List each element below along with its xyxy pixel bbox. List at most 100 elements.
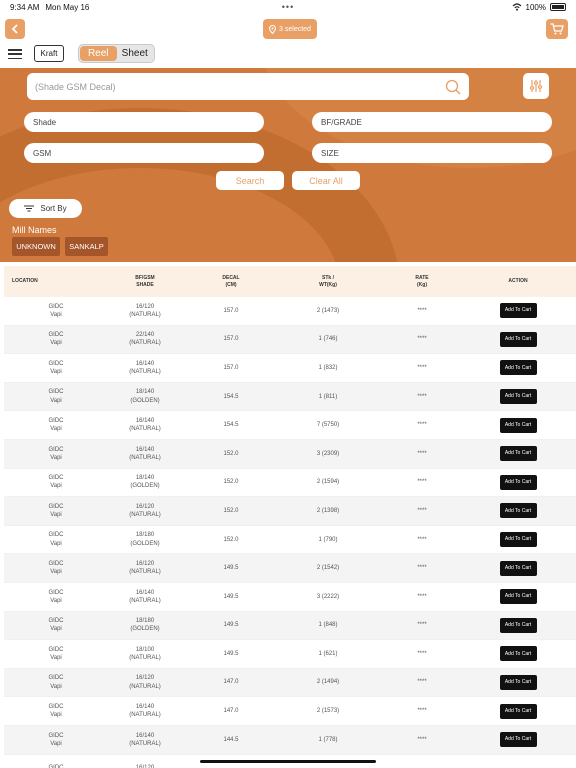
sort-by-button[interactable]: Sort By <box>9 199 82 218</box>
cell-decal: 157.0 <box>223 364 239 371</box>
status-left: 9:34 AM Mon May 16 <box>10 3 89 12</box>
search-button[interactable]: Search <box>216 171 284 190</box>
gsm-field[interactable]: GSM <box>24 143 264 163</box>
cell-stk-wt: 1 (848) <box>318 622 338 629</box>
cell-rate: **** <box>417 479 427 486</box>
cell-bf-shade: 16/140 (NATURAL) <box>129 418 161 433</box>
cell-decal: 149.5 <box>223 622 239 629</box>
sort-icon <box>24 205 35 212</box>
kraft-button[interactable]: Kraft <box>34 45 64 62</box>
cell-action: Add To Cart <box>468 732 568 748</box>
home-indicator[interactable] <box>200 760 376 763</box>
add-to-cart-button[interactable]: Add To Cart <box>499 360 537 376</box>
cell-rate: **** <box>417 450 427 457</box>
cell-action: Add To Cart <box>468 646 568 662</box>
cell-location: GIDC <box>4 764 108 768</box>
sliders-icon <box>530 80 542 92</box>
cart-button[interactable] <box>546 19 568 39</box>
selected-location-chip[interactable]: 3 selected <box>263 19 317 39</box>
add-to-cart-button[interactable]: Add To Cart <box>499 675 537 691</box>
cell-location: GIDC Vapi <box>48 675 64 690</box>
cell-action: Add To Cart <box>468 675 568 691</box>
stock-table: LOCATION BF/GSM SHADE DECAL (CM) STk / WT(K… <box>4 266 576 768</box>
cell-bf-shade: 18/100 (NATURAL) <box>129 646 161 661</box>
cell-rate: **** <box>417 565 427 572</box>
search-input[interactable] <box>35 81 445 92</box>
add-to-cart-button[interactable]: Add To Cart <box>499 474 537 490</box>
cell-stk-wt: 2 (1594) <box>316 479 340 486</box>
cell-location: GIDC Vapi <box>48 704 64 719</box>
cell-decal: 149.5 <box>223 565 239 572</box>
cell-location: GIDC Vapi <box>48 532 64 547</box>
cell-bf-shade: 18/180 (GOLDEN) <box>130 532 160 547</box>
header-rate: RATE (Kg) <box>415 274 429 288</box>
cell-bf-shade: 18/180 (GOLDEN) <box>130 618 160 633</box>
mill-chip-unknown[interactable]: UNKNOWN <box>12 237 60 256</box>
add-to-cart-button[interactable]: Add To Cart <box>499 560 537 576</box>
cart-icon <box>550 23 564 35</box>
add-to-cart-button[interactable]: Add To Cart <box>499 331 537 347</box>
bf-grade-field[interactable]: BF/GRADE <box>312 112 552 132</box>
tab-reel[interactable]: Reel <box>80 46 117 61</box>
cell-location: GIDC Vapi <box>48 389 64 404</box>
filter-settings-button[interactable] <box>523 73 549 99</box>
cell-location: GIDC Vapi <box>48 360 64 375</box>
cell-location: GIDC Vapi <box>48 503 64 518</box>
add-to-cart-button[interactable]: Add To Cart <box>499 303 537 319</box>
cell-bf-shade: 16/140 (NATURAL) <box>129 360 161 375</box>
cell-bf-shade: 22/140 (NATURAL) <box>129 332 161 347</box>
sort-by-label: Sort By <box>40 204 67 213</box>
cell-rate: **** <box>417 650 427 657</box>
add-to-cart-button[interactable]: Add To Cart <box>499 617 537 633</box>
cell-bf-shade: 16/120 (NATURAL) <box>129 675 161 690</box>
multitask-dots[interactable]: ••• <box>282 2 294 12</box>
search-icon[interactable] <box>445 79 461 95</box>
header-decal: DECAL (CM) <box>222 274 240 288</box>
cell-bf-shade: 16/140 (NATURAL) <box>129 704 161 719</box>
add-to-cart-button[interactable]: Add To Cart <box>499 389 537 405</box>
cell-decal: 149.5 <box>223 650 239 657</box>
size-field[interactable]: SIZE <box>312 143 552 163</box>
menu-icon[interactable] <box>8 49 22 59</box>
cell-action: Add To Cart <box>468 303 568 319</box>
cell-rate: **** <box>417 336 427 343</box>
cell-decal: 157.0 <box>223 336 239 343</box>
cell-stk-wt: 3 (2309) <box>316 450 340 457</box>
add-to-cart-button[interactable]: Add To Cart <box>499 646 537 662</box>
cell-action: Add To Cart <box>468 360 568 376</box>
cell-stk-wt: 1 (811) <box>318 393 338 400</box>
cell-location: GIDC Vapi <box>48 332 64 347</box>
cell-action: Add To Cart <box>468 560 568 576</box>
cell-location: GIDC Vapi <box>48 418 64 433</box>
cell-decal: 149.5 <box>223 593 239 600</box>
cell-bf-shade: 18/140 (GOLDEN) <box>130 389 160 404</box>
add-to-cart-button[interactable]: Add To Cart <box>499 417 537 433</box>
cell-stk-wt: 1 (621) <box>318 650 338 657</box>
cell-decal: 157.0 <box>223 307 239 314</box>
table-row: GIDC Vapi 18/180 (GOLDEN) 152.0 1 (790) **** Ad… <box>4 526 576 555</box>
table-row: GIDC Vapi 18/180 (GOLDEN) 149.5 1 (848) **** Ad… <box>4 611 576 641</box>
add-to-cart-button[interactable]: Add To Cart <box>499 703 537 719</box>
cell-rate: **** <box>417 507 427 514</box>
add-to-cart-button[interactable]: Add To Cart <box>499 532 537 548</box>
clear-all-button[interactable]: Clear All <box>292 171 360 190</box>
cell-rate: **** <box>417 593 427 600</box>
add-to-cart-button[interactable]: Add To Cart <box>499 589 537 605</box>
mill-names-title: Mill Names <box>12 225 57 235</box>
cell-action: Add To Cart <box>468 703 568 719</box>
cell-decal: 154.5 <box>223 422 239 429</box>
status-time: 9:34 AM <box>10 2 40 12</box>
mill-chip-sankalp[interactable]: SANKALP <box>65 237 108 256</box>
table-row: GIDC Vapi 18/140 (GOLDEN) 152.0 2 (1594) **** A… <box>4 469 576 498</box>
add-to-cart-button[interactable]: Add To Cart <box>499 446 537 462</box>
shade-field[interactable]: Shade <box>24 112 264 132</box>
cell-location: GIDC Vapi <box>48 732 64 747</box>
back-button[interactable] <box>5 19 25 39</box>
cell-stk-wt: 2 (1494) <box>316 679 340 686</box>
cell-bf-shade: 16/140 (NATURAL) <box>129 589 161 604</box>
cell-stk-wt: 1 (832) <box>318 364 338 371</box>
add-to-cart-button[interactable]: Add To Cart <box>499 732 537 748</box>
add-to-cart-button[interactable]: Add To Cart <box>499 503 537 519</box>
location-pin-icon <box>269 24 277 34</box>
tab-sheet[interactable]: Sheet <box>117 46 154 61</box>
